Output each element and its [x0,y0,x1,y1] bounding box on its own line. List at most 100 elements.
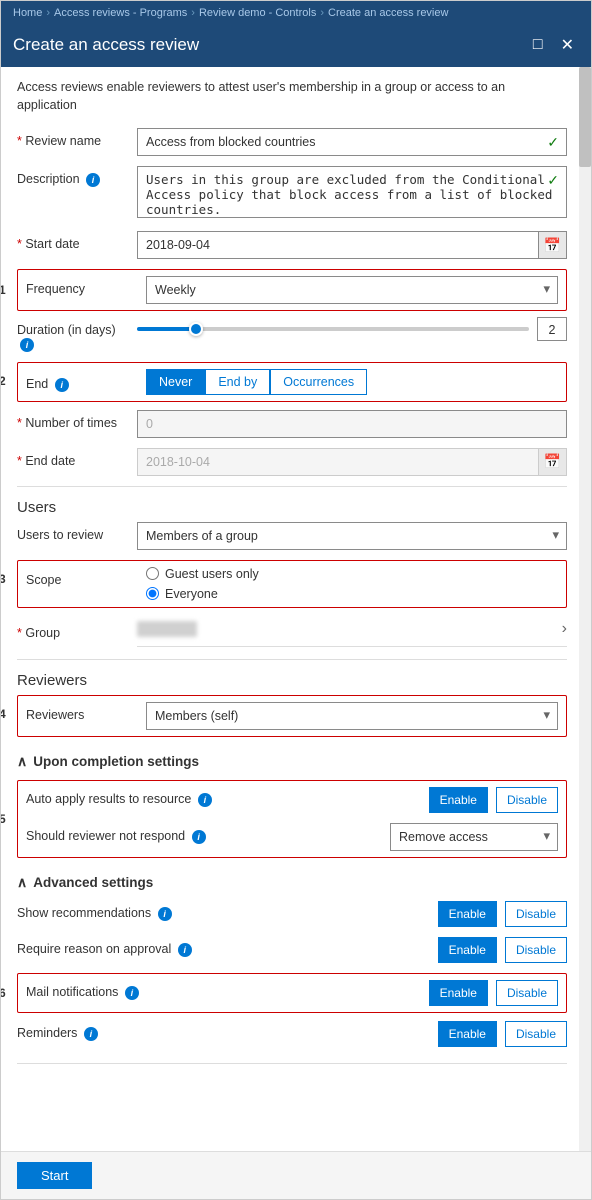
advanced-caret-icon: ∧ [17,874,27,891]
start-button[interactable]: Start [17,1162,92,1189]
duration-value: 2 [537,317,567,341]
intro-text: Access reviews enable reviewers to attes… [17,79,567,114]
should-reviewer-row: Should reviewer not respond i Remove acc… [26,823,558,851]
number-badge-2: 2 [1,374,6,388]
mail-enable-button[interactable]: Enable [429,980,488,1006]
show-rec-enable-button[interactable]: Enable [438,901,497,927]
breadcrumb-programs[interactable]: Access reviews - Programs [54,7,187,19]
scrollbar-thumb[interactable] [579,67,591,167]
scope-guest-label[interactable]: Guest users only [165,567,259,581]
end-date-input[interactable] [137,448,539,476]
reviewers-select-wrapper: Members (self) Selected users Group owne… [146,702,558,730]
group-field: › [137,620,567,647]
scope-box: Scope Guest users only Everyone [17,560,567,608]
frequency-label: Frequency [26,276,146,296]
frequency-select-wrapper: Weekly Daily Monthly Quarterly Annually [146,276,558,304]
require-reason-enable-button[interactable]: Enable [438,937,497,963]
number-badge-1: 1 [1,283,6,297]
minimize-button[interactable]: □ [528,33,548,57]
number-of-times-label: * Number of times [17,410,137,430]
end-date-calendar-icon[interactable]: 📅 [539,448,567,476]
scope-guest-radio[interactable] [146,567,159,580]
show-recommendations-label: Show recommendations i [17,906,430,921]
description-input[interactable]: Users in this group are excluded from th… [137,166,567,218]
description-field: Users in this group are excluded from th… [137,166,567,221]
auto-apply-disable-button[interactable]: Disable [496,787,558,813]
auto-apply-enable-button[interactable]: Enable [429,787,488,813]
scrollbar-track [579,67,591,1151]
scope-everyone-radio[interactable] [146,587,159,600]
start-date-input-wrapper: 📅 [137,231,567,259]
users-divider [17,486,567,487]
auto-apply-label: Auto apply results to resource i [26,792,421,807]
number-of-times-input[interactable] [137,410,567,438]
review-name-field: ✓ [137,128,567,156]
frequency-box: Frequency Weekly Daily Monthly Quarterly… [17,269,567,311]
auto-apply-row: Auto apply results to resource i Enable … [26,787,558,813]
should-reviewer-select[interactable]: Remove access Approve access Take recomm… [390,823,558,851]
reminders-disable-button[interactable]: Disable [505,1021,567,1047]
breadcrumb-home[interactable]: Home [13,7,42,19]
duration-field: 2 [137,317,567,341]
completion-header[interactable]: ∧ Upon completion settings [17,753,567,770]
require-reason-disable-button[interactable]: Disable [505,937,567,963]
end-occurrences-button[interactable]: Occurrences [270,369,367,395]
reminders-info-icon[interactable]: i [84,1027,98,1041]
start-date-calendar-icon[interactable]: 📅 [539,231,567,259]
mail-notifications-box: Mail notifications i Enable Disable [17,973,567,1013]
reviewers-box: Reviewers Members (self) Selected users … [17,695,567,737]
scroll-area: Access reviews enable reviewers to attes… [1,67,591,1084]
duration-label: Duration (in days) i [17,317,137,352]
mail-notifications-info-icon[interactable]: i [125,986,139,1000]
description-check-icon: ✓ [547,172,559,189]
main-window: Home › Access reviews - Programs › Revie… [0,0,592,1200]
reviewers-label: Reviewers [26,702,146,722]
end-info-icon[interactable]: i [55,378,69,392]
require-reason-row: Require reason on approval i Enable Disa… [17,937,567,963]
description-info-icon[interactable]: i [86,173,100,187]
description-row: Description i Users in this group are ex… [17,166,567,221]
auto-apply-info-icon[interactable]: i [198,793,212,807]
reviewers-section-title: Reviewers [17,672,567,689]
form-content: Access reviews enable reviewers to attes… [1,67,591,1151]
end-date-field: 📅 [137,448,567,476]
group-chevron-icon[interactable]: › [562,620,567,638]
reminders-label: Reminders i [17,1026,430,1041]
review-name-input[interactable] [137,128,567,156]
number-badge-3: 3 [1,572,6,586]
end-date-input-wrapper: 📅 [137,448,567,476]
footer-bar: Start [1,1151,591,1199]
frequency-section: 1 Frequency Weekly Daily Monthly Quarter… [17,269,567,311]
show-rec-disable-button[interactable]: Disable [505,901,567,927]
end-never-button[interactable]: Never [146,369,205,395]
end-by-button[interactable]: End by [205,369,270,395]
scope-label: Scope [26,567,146,587]
mail-disable-button[interactable]: Disable [496,980,558,1006]
completion-box-section: 5 Auto apply results to resource i Enabl… [17,780,567,858]
users-to-review-select[interactable]: Members of a group Assigned to an applic… [137,522,567,550]
scope-everyone-label[interactable]: Everyone [165,587,218,601]
review-name-label: * Review name [17,128,137,148]
number-badge-4: 4 [1,707,6,721]
duration-info-icon[interactable]: i [20,338,34,352]
scope-radio-group: Guest users only Everyone [146,567,558,601]
group-selector[interactable]: › [137,620,567,647]
require-reason-info-icon[interactable]: i [178,943,192,957]
reminders-enable-button[interactable]: Enable [438,1021,497,1047]
duration-slider-thumb[interactable] [189,322,203,336]
start-date-input[interactable] [137,231,539,259]
advanced-header[interactable]: ∧ Advanced settings [17,874,567,891]
reviewers-section: 4 Reviewers Members (self) Selected user… [17,695,567,737]
show-recommendations-info-icon[interactable]: i [158,907,172,921]
frequency-select[interactable]: Weekly Daily Monthly Quarterly Annually [146,276,558,304]
title-bar: Create an access review □ ✕ [1,25,591,67]
group-row: * Group › [17,620,567,647]
duration-slider-track[interactable] [137,327,529,331]
reviewers-divider [17,659,567,660]
should-reviewer-info-icon[interactable]: i [192,830,206,844]
reviewers-select[interactable]: Members (self) Selected users Group owne… [146,702,558,730]
bottom-divider [17,1063,567,1064]
close-button[interactable]: ✕ [556,33,579,57]
breadcrumb-controls[interactable]: Review demo - Controls [199,7,316,19]
review-name-row: * Review name ✓ [17,128,567,156]
